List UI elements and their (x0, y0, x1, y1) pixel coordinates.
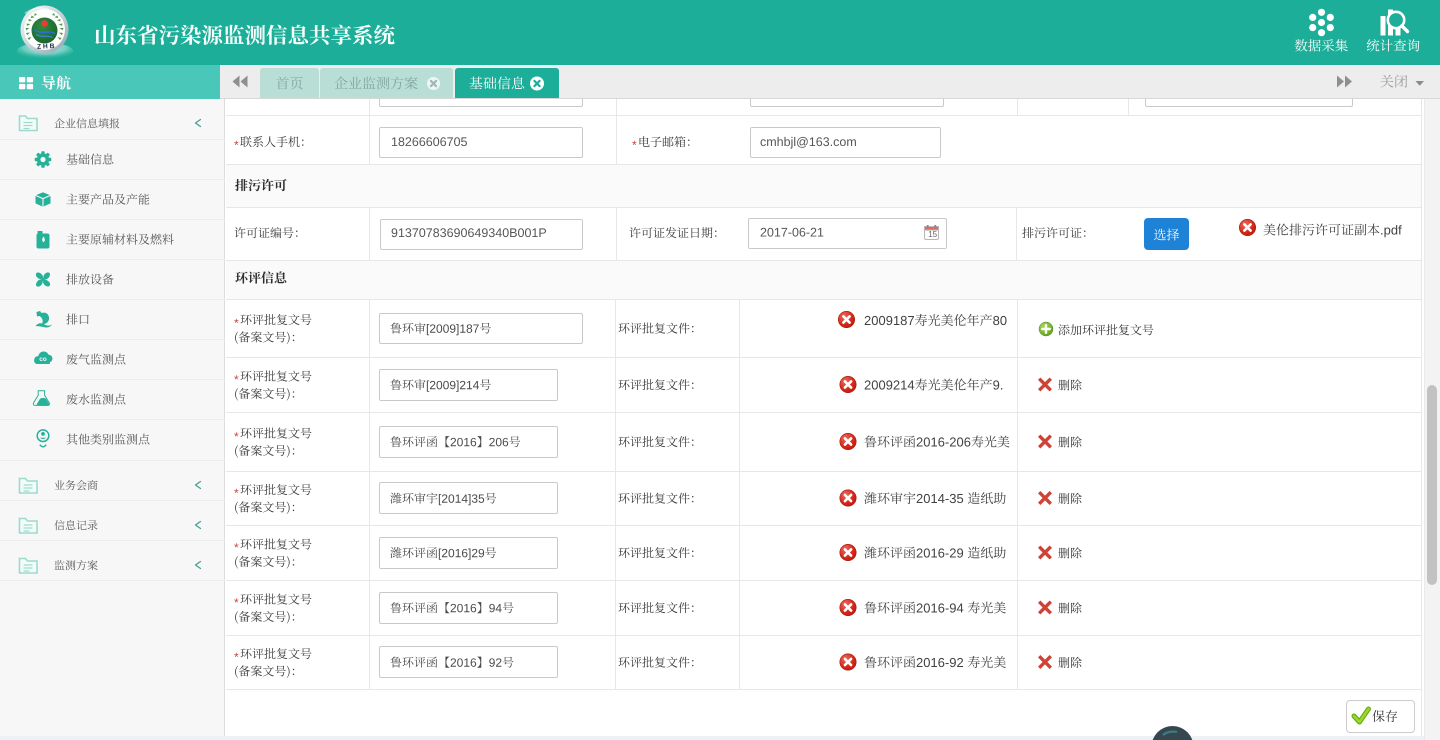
svg-text:co: co (39, 356, 47, 363)
svg-text:Z H B: Z H B (37, 43, 55, 51)
svg-text:15: 15 (928, 230, 937, 239)
